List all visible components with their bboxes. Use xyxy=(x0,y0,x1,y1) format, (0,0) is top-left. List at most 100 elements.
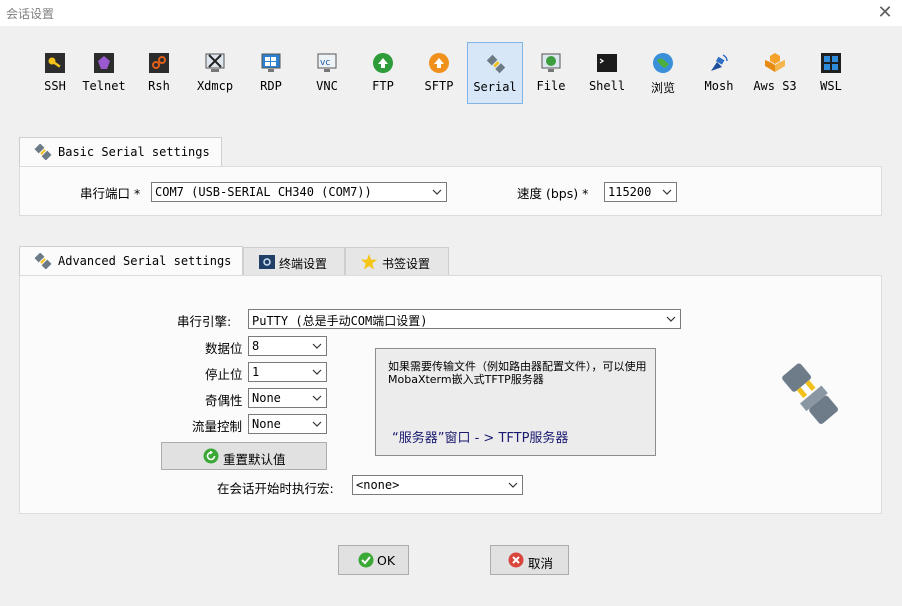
window-title: 会话设置 xyxy=(6,7,55,21)
data-bits-label: 数据位 xyxy=(205,341,243,356)
session-type-label: RDP xyxy=(260,79,282,93)
aws-s3-icon xyxy=(765,53,785,72)
basic-settings-panel: 串行端口 * COM7 (USB-SERIAL CH340 (COM7)) 速度… xyxy=(19,166,882,216)
session-type-file[interactable]: File xyxy=(524,42,578,104)
checkmark-icon xyxy=(358,552,374,568)
serial-plug-icon xyxy=(34,144,52,160)
session-type-aws-s3[interactable]: Aws S3 xyxy=(748,42,802,104)
chevron-down-icon xyxy=(312,343,322,349)
session-type-label: Xdmcp xyxy=(196,79,234,93)
serial-port-label: 串行端口 * xyxy=(80,186,141,201)
serial-port-value: COM7 (USB-SERIAL CH340 (COM7)) xyxy=(155,185,372,199)
ok-button[interactable]: OK xyxy=(338,545,409,575)
session-type-mosh[interactable]: Mosh xyxy=(692,42,746,104)
startup-macro-value: <none> xyxy=(356,478,400,492)
tab-label: 书签设置 xyxy=(382,257,431,271)
serial-plug-large-icon xyxy=(782,363,838,424)
chevron-down-icon xyxy=(312,369,322,375)
chevron-down-icon xyxy=(432,189,442,195)
session-type-label: Rsh xyxy=(148,79,170,93)
mosh-icon xyxy=(711,54,728,71)
session-type-label: Shell xyxy=(588,79,626,93)
reset-defaults-button[interactable]: 重置默认值 xyxy=(161,442,327,470)
serial-engine-label: 串行引擎: xyxy=(177,314,232,329)
chevron-down-icon xyxy=(666,316,676,322)
stop-bits-value: 1 xyxy=(252,365,260,379)
speed-label: 速度 (bps) * xyxy=(517,186,589,201)
tab-label: 终端设置 xyxy=(279,257,328,271)
data-bits-select[interactable]: 8 xyxy=(248,336,327,356)
chevron-down-icon xyxy=(508,482,518,488)
tab-basic-serial-settings[interactable]: Basic Serial settings xyxy=(19,137,222,167)
sftp-icon xyxy=(429,53,449,73)
xdmcp-icon xyxy=(205,53,225,72)
chevron-down-icon xyxy=(662,189,672,195)
tab-advanced-serial-settings[interactable]: Advanced Serial settings xyxy=(19,246,243,276)
serial-engine-value: PuTTY (总是手动COM端口设置) xyxy=(252,314,428,328)
parity-value: None xyxy=(252,391,281,405)
session-type-rsh[interactable]: Rsh xyxy=(132,42,186,104)
rsh-icon xyxy=(149,53,169,73)
session-type-ftp[interactable]: FTP xyxy=(356,42,410,104)
session-type-label: File xyxy=(536,79,566,93)
close-icon[interactable]: ✕ xyxy=(872,1,898,25)
serial-port-select[interactable]: COM7 (USB-SERIAL CH340 (COM7)) xyxy=(151,182,447,202)
session-type-label: FTP xyxy=(372,79,394,93)
tftp-info-text: 如果需要传输文件（例如路由器配置文件），可以使用MobaXterm嵌入式TFTP… xyxy=(388,360,647,386)
session-type-label: SSH xyxy=(44,79,66,93)
tab-label: Basic Serial settings xyxy=(58,145,210,159)
star-icon xyxy=(361,254,377,270)
session-type-label: Serial xyxy=(473,80,517,94)
chevron-down-icon xyxy=(312,421,322,427)
session-type-label: Aws S3 xyxy=(753,79,797,93)
flow-control-value: None xyxy=(252,417,281,431)
session-type-label: 浏览 xyxy=(650,81,675,95)
startup-macro-select[interactable]: <none> xyxy=(352,475,523,495)
flow-control-select[interactable]: None xyxy=(248,414,327,434)
tab-label: Advanced Serial settings xyxy=(58,254,232,268)
wsl-icon xyxy=(821,53,841,73)
cancel-label: 取消 xyxy=(528,556,554,571)
session-type-label: VNC xyxy=(316,79,338,93)
session-type-rdp[interactable]: RDP xyxy=(244,42,298,104)
tab-bookmark-settings[interactable]: 书签设置 xyxy=(345,247,449,275)
serial-engine-select[interactable]: PuTTY (总是手动COM端口设置) xyxy=(248,309,681,329)
speed-value: 115200 xyxy=(608,185,652,199)
session-type-vnc[interactable]: vc VNC xyxy=(300,42,354,104)
tab-terminal-settings[interactable]: 终端设置 xyxy=(243,247,345,275)
session-type-browser[interactable]: 浏览 xyxy=(636,42,690,104)
session-type-xdmcp[interactable]: Xdmcp xyxy=(188,42,242,104)
key-icon xyxy=(45,53,65,73)
vnc-icon: vc xyxy=(317,53,337,72)
session-type-ssh[interactable]: SSH xyxy=(28,42,82,104)
session-type-label: Telnet xyxy=(82,79,126,93)
dialog-content: SSH Telnet Rsh Xdmcp RDP vc VNC FTP SFTP xyxy=(0,26,902,606)
session-type-serial[interactable]: Serial xyxy=(467,42,523,104)
svg-text:vc: vc xyxy=(320,58,330,68)
speed-select[interactable]: 115200 xyxy=(604,182,677,202)
session-type-telnet[interactable]: Telnet xyxy=(76,42,132,104)
serial-plug-icon xyxy=(34,253,52,269)
session-type-shell[interactable]: Shell xyxy=(580,42,634,104)
flow-control-label: 流量控制 xyxy=(192,419,243,434)
ftp-icon xyxy=(373,53,393,73)
session-type-sftp[interactable]: SFTP xyxy=(412,42,466,104)
tftp-server-link[interactable]: “服务器”窗口 - > TFTP服务器 xyxy=(392,427,568,446)
chevron-down-icon xyxy=(312,395,322,401)
ok-label: OK xyxy=(377,553,396,568)
session-type-wsl[interactable]: WSL xyxy=(804,42,858,104)
parity-select[interactable]: None xyxy=(248,388,327,408)
file-icon xyxy=(541,53,561,72)
stop-bits-select[interactable]: 1 xyxy=(248,362,327,382)
serial-plug-icon xyxy=(486,54,506,74)
terminal-settings-icon xyxy=(259,255,275,269)
refresh-icon xyxy=(203,448,219,464)
rdp-icon xyxy=(261,53,281,72)
stop-bits-label: 停止位 xyxy=(205,367,243,382)
tftp-info-box: 如果需要传输文件（例如路由器配置文件），可以使用MobaXterm嵌入式TFTP… xyxy=(375,348,656,456)
cancel-button[interactable]: 取消 xyxy=(490,545,569,575)
data-bits-value: 8 xyxy=(252,339,260,353)
cancel-x-icon xyxy=(508,552,524,568)
title-bar: 会话设置 ✕ xyxy=(0,0,902,26)
telnet-icon xyxy=(94,53,114,73)
